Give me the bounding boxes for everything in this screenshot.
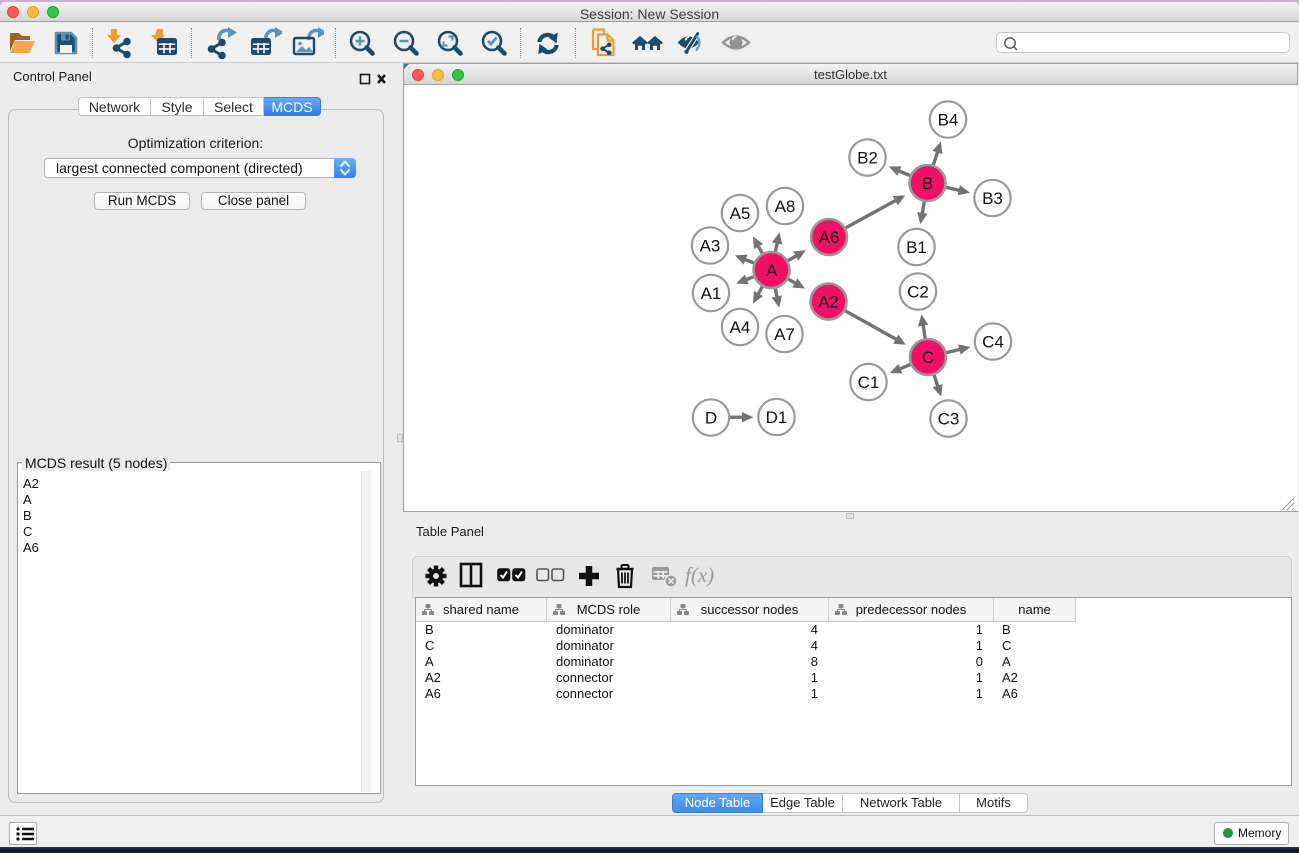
- svg-text:A1: A1: [701, 284, 722, 303]
- svg-text:C2: C2: [907, 283, 929, 302]
- svg-text:A: A: [766, 261, 778, 280]
- svg-text:B1: B1: [906, 238, 927, 257]
- svg-text:A6: A6: [819, 228, 840, 247]
- svg-text:C1: C1: [858, 373, 880, 392]
- svg-text:C3: C3: [938, 410, 960, 429]
- svg-text:B3: B3: [982, 189, 1003, 208]
- svg-text:B: B: [922, 174, 933, 193]
- svg-text:A8: A8: [775, 197, 796, 216]
- svg-text:A2: A2: [818, 293, 839, 312]
- svg-text:C: C: [922, 348, 934, 367]
- svg-text:C4: C4: [982, 333, 1004, 352]
- svg-text:D: D: [705, 409, 717, 428]
- svg-text:A5: A5: [730, 204, 751, 223]
- svg-text:D1: D1: [766, 408, 788, 427]
- svg-text:A4: A4: [730, 318, 751, 337]
- svg-text:A7: A7: [774, 325, 795, 344]
- svg-text:B4: B4: [938, 111, 959, 130]
- svg-text:B2: B2: [857, 149, 878, 168]
- svg-text:A3: A3: [700, 237, 721, 256]
